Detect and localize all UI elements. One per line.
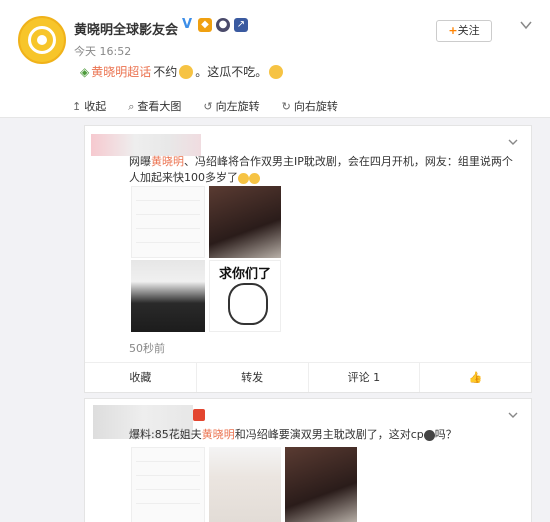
screenshot-thumbnail[interactable] [131, 447, 205, 522]
badge-row: V ◆ ● ↗ [180, 18, 248, 32]
rotate-right-label: 向右旋转 [293, 100, 338, 113]
supertopic-icon: ◈ [80, 64, 90, 79]
embedded-post-text: 爆料:85花姐夫黄晓明和冯绍峰要演双男主耽改剧了，这对cp 吗？ [129, 427, 529, 443]
photo-thumbnail[interactable] [131, 260, 205, 332]
thumbs-up-icon: 👍 [468, 371, 483, 384]
collect-icon: ↥ [72, 100, 82, 113]
collapse-label: 收起 [84, 100, 107, 113]
screenshot-thumbnail[interactable] [131, 186, 205, 258]
view-large-button[interactable]: ⌕ 查看大图 [128, 98, 181, 114]
chevron-down-icon[interactable] [507, 409, 519, 421]
chevron-down-icon[interactable] [519, 18, 533, 32]
text-post: 、冯绍峰将合作双男主IP耽改剧，会在四月开机，网友：组里说两个人加起来快100多… [129, 155, 513, 184]
badge-icon [193, 409, 205, 421]
rotate-left-icon: ↺ [203, 100, 213, 113]
like-button[interactable]: 👍 [420, 363, 531, 392]
meme-face-icon [228, 283, 268, 325]
repost-button[interactable]: 转发 [197, 363, 309, 392]
collapse-button[interactable]: ↥ 收起 [72, 98, 106, 114]
zoom-icon: ⌕ [128, 100, 135, 113]
follow-button[interactable]: +关注 [436, 20, 492, 42]
text-pre: 爆料:85花姐夫 [129, 428, 202, 441]
post-timestamp: 50秒前 [129, 342, 165, 355]
mention-link[interactable]: 黄晓明 [151, 155, 184, 168]
embedded-post-1: 网曝黄晓明、冯绍峰将合作双男主IP耽改剧，会在四月开机，网友：组里说两个人加起来… [84, 125, 532, 393]
rotate-left-label: 向左旋转 [215, 100, 260, 113]
verified-icon: V [181, 17, 193, 32]
meme-text: 求你们了 [218, 267, 271, 282]
post-text: ◈ 黄晓明超话 不约 。这瓜不吃。 [80, 63, 284, 80]
blurred-username [91, 134, 201, 156]
avatar[interactable] [18, 16, 66, 64]
text-end: 吗？ [434, 428, 457, 441]
emoji-icon [423, 429, 435, 441]
rotate-right-button[interactable]: ↻ 向右旋转 [282, 98, 338, 114]
view-large-label: 查看大图 [137, 100, 182, 113]
emoji-icon [249, 172, 260, 184]
mention-link[interactable]: 黄晓明 [202, 428, 235, 441]
post-text-part1: 不约 [153, 65, 178, 79]
photo-thumbnail[interactable] [285, 447, 357, 522]
photo-thumbnail[interactable] [209, 447, 281, 522]
account-name[interactable]: 黄晓明全球影友会 [74, 19, 178, 38]
embedded-post-text: 网曝黄晓明、冯绍峰将合作双男主IP耽改剧，会在四月开机，网友：组里说两个人加起来… [129, 154, 521, 186]
favorite-button[interactable]: 收藏 [85, 363, 197, 392]
comment-button[interactable]: 评论 1 [309, 363, 421, 392]
rotate-right-icon: ↻ [281, 100, 291, 113]
image-actions: ↥ 收起 ⌕ 查看大图 ↺ 向左旋转 ↻ 向右旋转 [72, 98, 338, 114]
text-post: 和冯绍峰要演双男主耽改剧了，这对cp [234, 428, 424, 441]
rotate-left-button[interactable]: ↺ 向左旋转 [203, 98, 259, 114]
grin-emoji-icon [269, 64, 284, 79]
post-time: 今天 16:52 [74, 45, 132, 58]
text-pre: 网曝 [129, 155, 151, 168]
emoji-icon [238, 172, 249, 184]
angry-emoji-icon [179, 64, 194, 79]
embedded-post-2: 爆料:85花姐夫黄晓明和冯绍峰要演双男主耽改剧了，这对cp 吗？ [84, 398, 532, 522]
fan-badge-icon: ◆ [198, 18, 212, 32]
photo-thumbnail[interactable] [209, 186, 281, 258]
follow-label: 关注 [457, 24, 480, 37]
supertopic-link[interactable]: 黄晓明超话 [91, 63, 151, 80]
meme-thumbnail[interactable]: 求你们了 [209, 260, 281, 332]
post-text-part2: 。这瓜不吃。 [195, 65, 268, 79]
chevron-down-icon[interactable] [507, 136, 519, 148]
post-header: 黄晓明全球影友会 V ◆ ● ↗ +关注 今天 16:52 ◈ 黄晓明超话 不约… [0, 0, 550, 118]
plus-icon: + [448, 24, 458, 37]
rocket-icon: ↗ [234, 18, 248, 32]
action-bar: 收藏 转发 评论 1 👍 [85, 362, 531, 392]
member-icon: ● [216, 18, 230, 32]
